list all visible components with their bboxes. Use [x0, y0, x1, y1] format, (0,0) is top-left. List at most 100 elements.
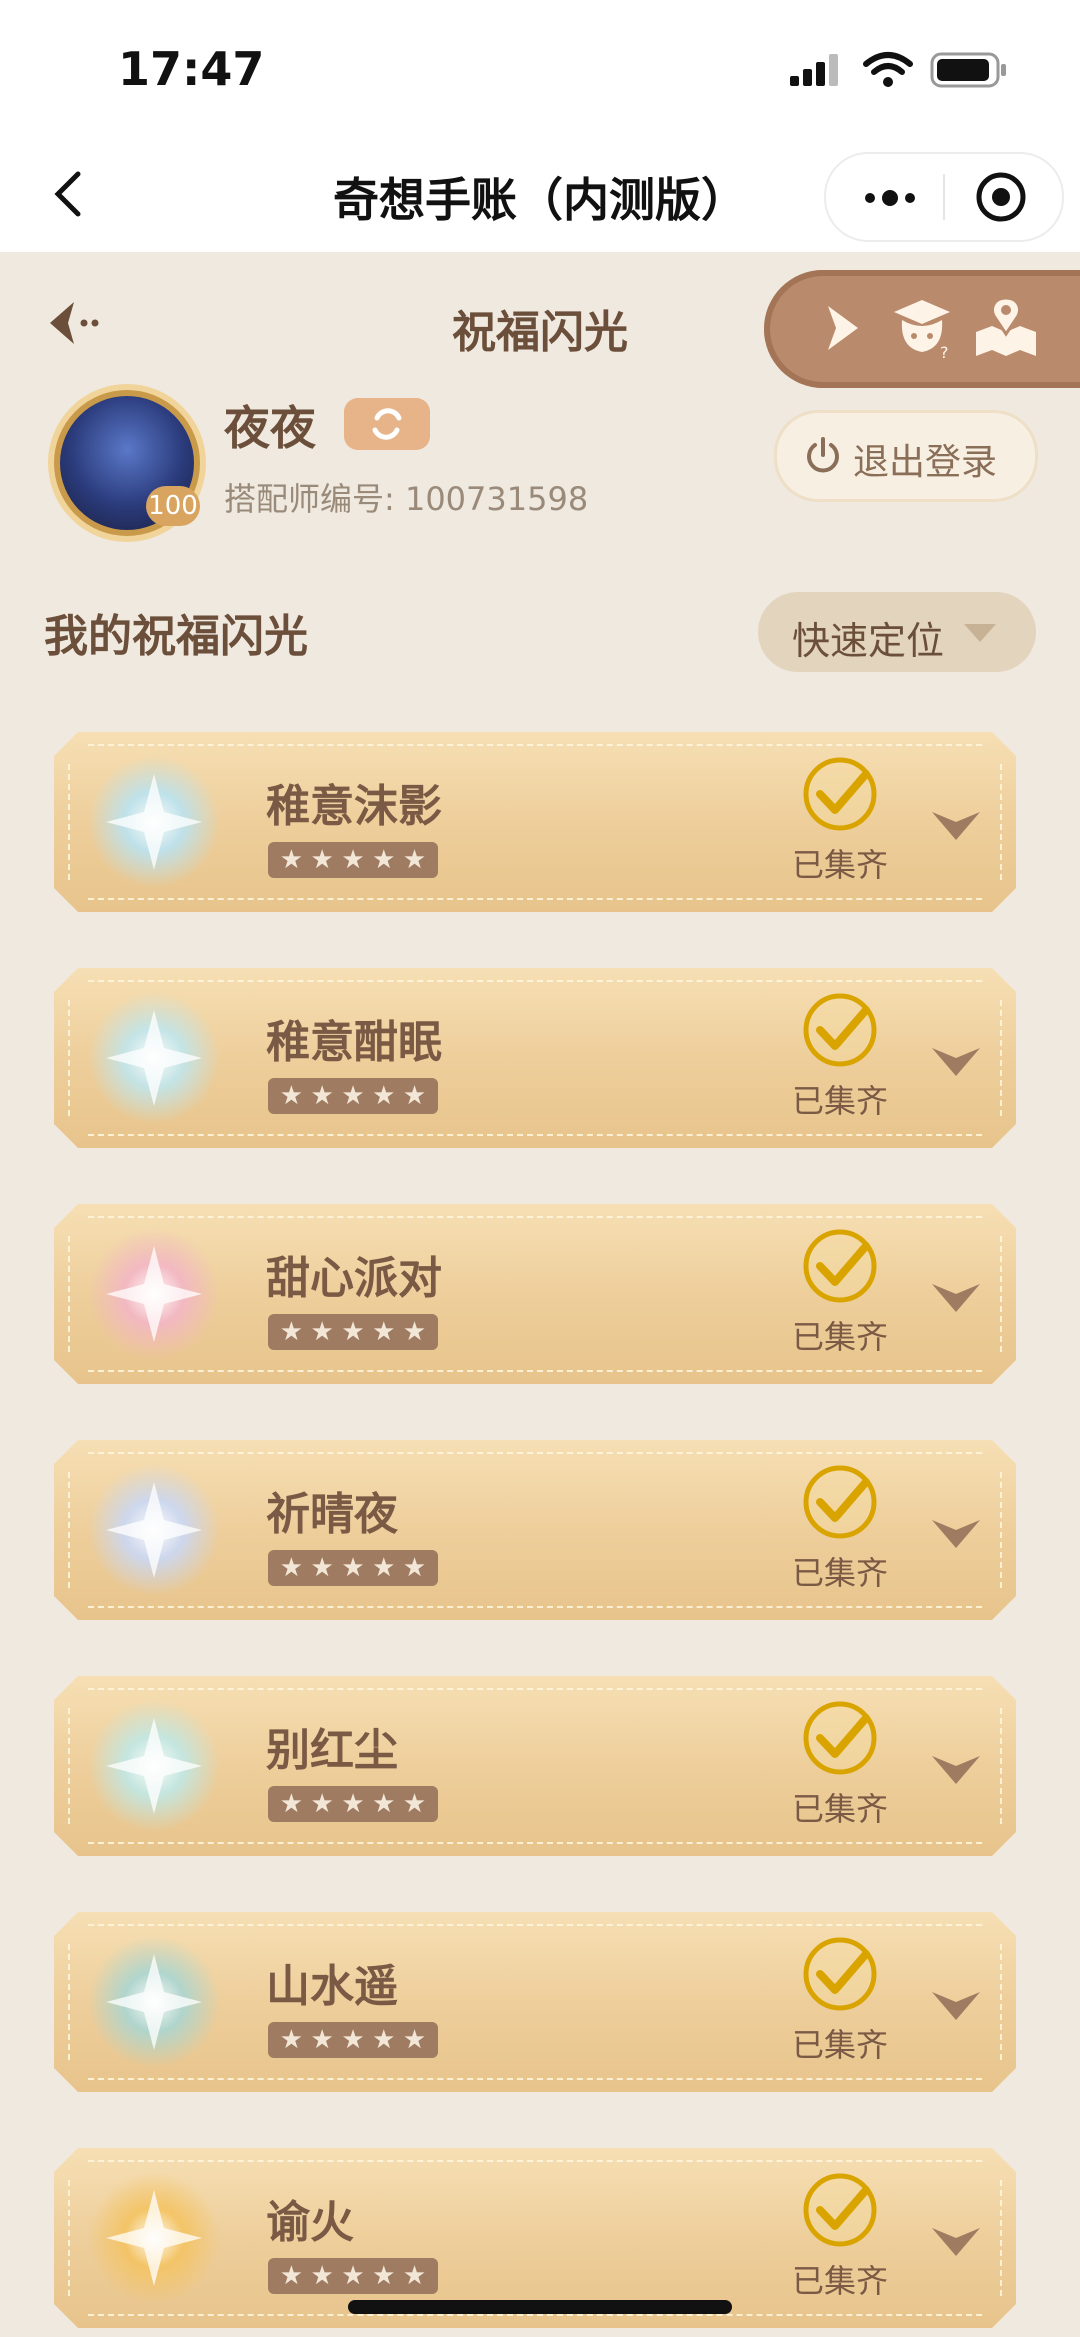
status-time: 17:47	[118, 42, 265, 96]
quick-locate-dropdown[interactable]: 快速定位	[758, 592, 1036, 672]
check-circle-icon	[803, 757, 877, 831]
star-icon: ★	[341, 1317, 365, 1347]
expand-chevron-icon[interactable]	[928, 1986, 984, 2026]
capsule-divider	[943, 174, 945, 220]
blessing-artwork-icon	[88, 2172, 220, 2304]
blessing-name: 稚意酣眠	[266, 1017, 442, 1068]
star-icon: ★	[279, 1317, 304, 1347]
star-icon: ★	[279, 1789, 304, 1819]
star-rating: ★ ★ ★ ★ ★	[268, 1078, 438, 1114]
expand-chevron-icon[interactable]	[928, 2222, 984, 2262]
quick-locate-label: 快速定位	[792, 619, 945, 663]
star-icon: ★	[310, 2261, 334, 2291]
logout-label: 退出登录	[853, 442, 998, 483]
star-icon: ★	[310, 1553, 334, 1583]
blessing-artwork-icon	[88, 1228, 220, 1360]
star-icon: ★	[341, 845, 365, 875]
collected-status: 已集齐	[792, 1554, 889, 1592]
blessing-name: 谕火	[266, 2197, 354, 2248]
blessing-card[interactable]: 稚意沫影 ★ ★ ★ ★ ★ 已集齐	[54, 732, 1016, 912]
collected-status: 已集齐	[792, 2026, 889, 2064]
star-icon: ★	[341, 2025, 365, 2055]
blessing-artwork-icon	[88, 1700, 220, 1832]
mini-program-capsule	[824, 152, 1064, 242]
star-icon: ★	[310, 1081, 334, 1111]
check-circle-icon	[803, 993, 877, 1067]
blessing-card[interactable]: 甜心派对 ★ ★ ★ ★ ★ 已集齐	[54, 1204, 1016, 1384]
star-icon: ★	[341, 1553, 365, 1583]
star-icon: ★	[372, 2025, 396, 2055]
star-icon: ★	[372, 1553, 396, 1583]
logout-button[interactable]: 退出登录	[774, 410, 1038, 502]
blessing-name: 稚意沫影	[266, 781, 442, 832]
blessing-artwork-icon	[88, 992, 220, 1124]
star-icon: ★	[341, 2261, 365, 2291]
power-icon	[807, 437, 839, 473]
switch-account-icon[interactable]	[344, 398, 430, 450]
designer-id: 搭配师编号: 100731598	[224, 480, 589, 518]
check-circle-icon	[803, 1937, 877, 2011]
tool-panel: ?	[764, 270, 1080, 388]
blessing-name: 山水遥	[266, 1961, 398, 2012]
star-icon: ★	[402, 1789, 427, 1819]
svg-text:?: ?	[940, 343, 949, 362]
more-options-icon[interactable]	[860, 176, 920, 220]
star-icon: ★	[402, 1081, 427, 1111]
expand-chevron-icon[interactable]	[928, 1042, 984, 1082]
star-icon: ★	[310, 2025, 334, 2055]
map-location-icon[interactable]	[970, 292, 1042, 364]
star-rating: ★ ★ ★ ★ ★	[268, 2022, 438, 2058]
collected-status: 已集齐	[792, 1790, 889, 1828]
blessing-artwork-icon	[88, 756, 220, 888]
star-icon: ★	[341, 1081, 365, 1111]
blessing-card[interactable]: 祈晴夜 ★ ★ ★ ★ ★ 已集齐	[54, 1440, 1016, 1620]
star-icon: ★	[279, 845, 304, 875]
blessing-card[interactable]: 别红尘 ★ ★ ★ ★ ★ 已集齐	[54, 1676, 1016, 1856]
star-rating: ★ ★ ★ ★ ★	[268, 1786, 438, 1822]
star-icon: ★	[279, 1081, 304, 1111]
star-icon: ★	[341, 1789, 365, 1819]
mini-program-navbar: 奇想手账（内测版）	[0, 140, 1080, 252]
star-icon: ★	[372, 845, 396, 875]
section-title: 我的祝福闪光	[44, 611, 308, 662]
expand-chevron-icon[interactable]	[928, 1514, 984, 1554]
star-rating: ★ ★ ★ ★ ★	[268, 2258, 438, 2294]
nickname: 夜夜	[224, 401, 316, 455]
star-icon: ★	[310, 845, 334, 875]
battery-icon	[930, 52, 1006, 88]
check-circle-icon	[803, 1229, 877, 1303]
collected-status: 已集齐	[792, 846, 889, 884]
close-program-icon[interactable]	[974, 170, 1028, 224]
star-icon: ★	[310, 1317, 334, 1347]
star-icon: ★	[402, 845, 427, 875]
expand-chevron-icon[interactable]	[928, 806, 984, 846]
collected-status: 已集齐	[792, 2262, 889, 2300]
expand-chevron-icon[interactable]	[928, 1278, 984, 1318]
level-badge: 100	[146, 486, 200, 526]
cellular-signal-icon	[790, 54, 838, 86]
blessing-card[interactable]: 山水遥 ★ ★ ★ ★ ★ 已集齐	[54, 1912, 1016, 2092]
star-rating: ★ ★ ★ ★ ★	[268, 842, 438, 878]
expand-chevron-icon[interactable]	[928, 1750, 984, 1790]
blessing-name: 甜心派对	[266, 1253, 442, 1304]
blessing-name: 祈晴夜	[266, 1489, 398, 1540]
star-icon: ★	[372, 2261, 396, 2291]
blessing-name: 别红尘	[266, 1725, 398, 1776]
check-circle-icon	[803, 1701, 877, 1775]
blessing-artwork-icon	[88, 1936, 220, 2068]
blessing-card[interactable]: 稚意酣眠 ★ ★ ★ ★ ★ 已集齐	[54, 968, 1016, 1148]
collected-status: 已集齐	[792, 1082, 889, 1120]
play-arrow-icon[interactable]	[806, 292, 878, 364]
check-circle-icon	[803, 2173, 877, 2247]
star-icon: ★	[402, 1317, 427, 1347]
star-icon: ★	[402, 1553, 427, 1583]
page-header: 祝福闪光 ?	[0, 252, 1080, 392]
status-bar: 17:47	[0, 0, 1080, 140]
scholar-icon[interactable]: ?	[886, 292, 958, 364]
blessing-artwork-icon	[88, 1464, 220, 1596]
check-circle-icon	[803, 1465, 877, 1539]
star-rating: ★ ★ ★ ★ ★	[268, 1550, 438, 1586]
star-icon: ★	[402, 2261, 427, 2291]
star-rating: ★ ★ ★ ★ ★	[268, 1314, 438, 1350]
star-icon: ★	[279, 2025, 304, 2055]
